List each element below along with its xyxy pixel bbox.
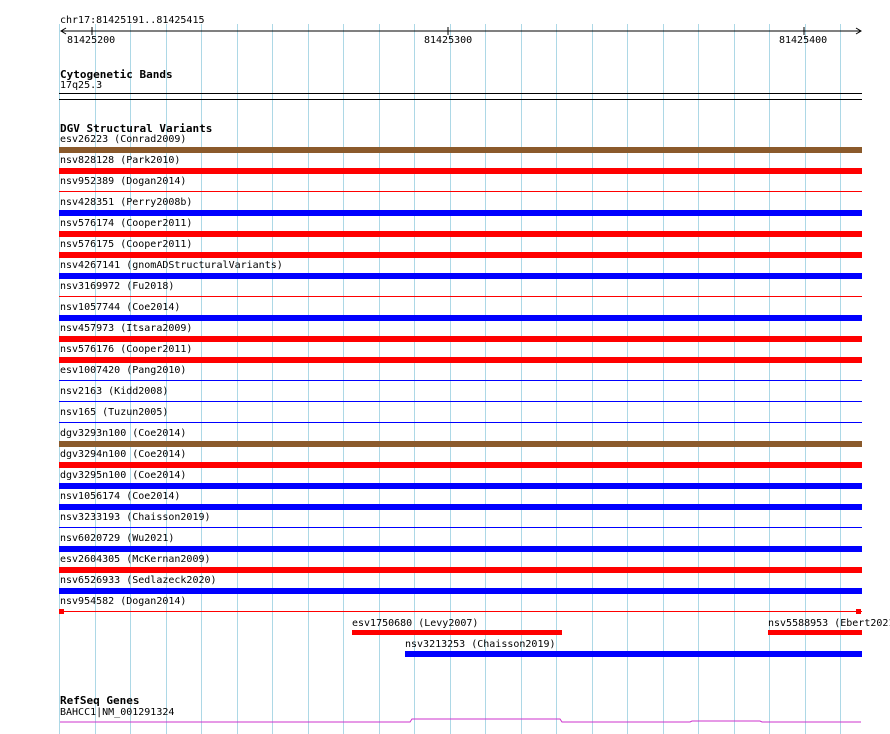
variant-bar[interactable] <box>59 296 862 297</box>
ruler-tick-label: 81425200 <box>67 35 116 46</box>
gene-line[interactable] <box>0 712 890 728</box>
variant-label[interactable]: nsv3233193 (Chaisson2019) <box>60 512 211 524</box>
variant-endpoint <box>59 609 64 614</box>
variant-label[interactable]: dgv3294n100 (Coe2014) <box>60 449 186 461</box>
variant-label[interactable]: nsv2163 (Kidd2008) <box>60 386 168 398</box>
variant-bar[interactable] <box>59 462 862 468</box>
refseq-title: RefSeq Genes <box>60 694 140 707</box>
ruler-tick-label: 81425300 <box>424 35 473 46</box>
variant-bar[interactable] <box>59 401 862 402</box>
variant-bar[interactable] <box>59 252 862 258</box>
variant-bar[interactable] <box>59 422 862 423</box>
variant-bar[interactable] <box>59 483 862 489</box>
feature-label[interactable]: nsv3213253 (Chaisson2019) <box>405 639 556 651</box>
variant-label[interactable]: nsv6020729 (Wu2021) <box>60 533 174 545</box>
variant-label[interactable]: nsv428351 (Perry2008b) <box>60 197 192 209</box>
variant-bar[interactable] <box>59 588 862 594</box>
variant-bar[interactable] <box>59 357 862 363</box>
variant-label[interactable]: esv1007420 (Pang2010) <box>60 365 186 377</box>
variant-bar[interactable] <box>59 380 862 381</box>
variant-bar[interactable] <box>59 231 862 237</box>
cytoband-label[interactable]: 17q25.3 <box>60 80 102 92</box>
variant-label[interactable]: nsv576176 (Cooper2011) <box>60 344 192 356</box>
variant-bar[interactable] <box>59 441 862 447</box>
feature-bar[interactable] <box>405 651 862 657</box>
variant-label[interactable]: nsv828128 (Park2010) <box>60 155 180 167</box>
variant-label[interactable]: nsv457973 (Itsara2009) <box>60 323 192 335</box>
variant-label[interactable]: nsv165 (Tuzun2005) <box>60 407 168 419</box>
variant-label[interactable]: nsv952389 (Dogan2014) <box>60 176 186 188</box>
variant-label[interactable]: esv2604305 (McKernan2009) <box>60 554 211 566</box>
variant-bar[interactable] <box>59 273 862 279</box>
variant-label[interactable]: dgv3293n100 (Coe2014) <box>60 428 186 440</box>
variant-label[interactable]: nsv4267141 (gnomADStructuralVariants) <box>60 260 283 272</box>
variant-bar[interactable] <box>59 567 862 573</box>
feature-label[interactable]: nsv5588953 (Ebert2021) <box>768 618 890 630</box>
variant-label[interactable]: nsv3169972 (Fu2018) <box>60 281 174 293</box>
variant-endpoint <box>856 609 861 614</box>
variant-label[interactable]: nsv6526933 (Sedlazeck2020) <box>60 575 217 587</box>
feature-label[interactable]: esv1750680 (Levy2007) <box>352 618 478 630</box>
variant-bar[interactable] <box>59 210 862 216</box>
ruler-axis <box>60 27 862 35</box>
variant-label[interactable]: nsv954582 (Dogan2014) <box>60 596 186 608</box>
feature-bar[interactable] <box>352 630 562 635</box>
variant-label[interactable]: nsv1057744 (Coe2014) <box>60 302 180 314</box>
variant-label[interactable]: nsv1056174 (Coe2014) <box>60 491 180 503</box>
ruler-tick-label: 81425400 <box>779 35 828 46</box>
variant-bar[interactable] <box>59 546 862 552</box>
variant-bar[interactable] <box>59 315 862 321</box>
variant-label[interactable]: nsv576174 (Cooper2011) <box>60 218 192 230</box>
variant-bar[interactable] <box>59 191 862 192</box>
variant-bar[interactable] <box>59 504 862 510</box>
variant-label[interactable]: esv26223 (Conrad2009) <box>60 134 186 146</box>
variant-bar[interactable] <box>59 611 862 612</box>
variant-bar[interactable] <box>59 336 862 342</box>
cytoband-line-bottom <box>59 99 862 100</box>
variant-bar[interactable] <box>59 527 862 528</box>
variant-label[interactable]: nsv576175 (Cooper2011) <box>60 239 192 251</box>
feature-bar[interactable] <box>768 630 862 635</box>
variant-label[interactable]: dgv3295n100 (Coe2014) <box>60 470 186 482</box>
variant-bar[interactable] <box>59 147 862 153</box>
cytoband-line-top <box>59 93 862 94</box>
variant-bar[interactable] <box>59 168 862 174</box>
